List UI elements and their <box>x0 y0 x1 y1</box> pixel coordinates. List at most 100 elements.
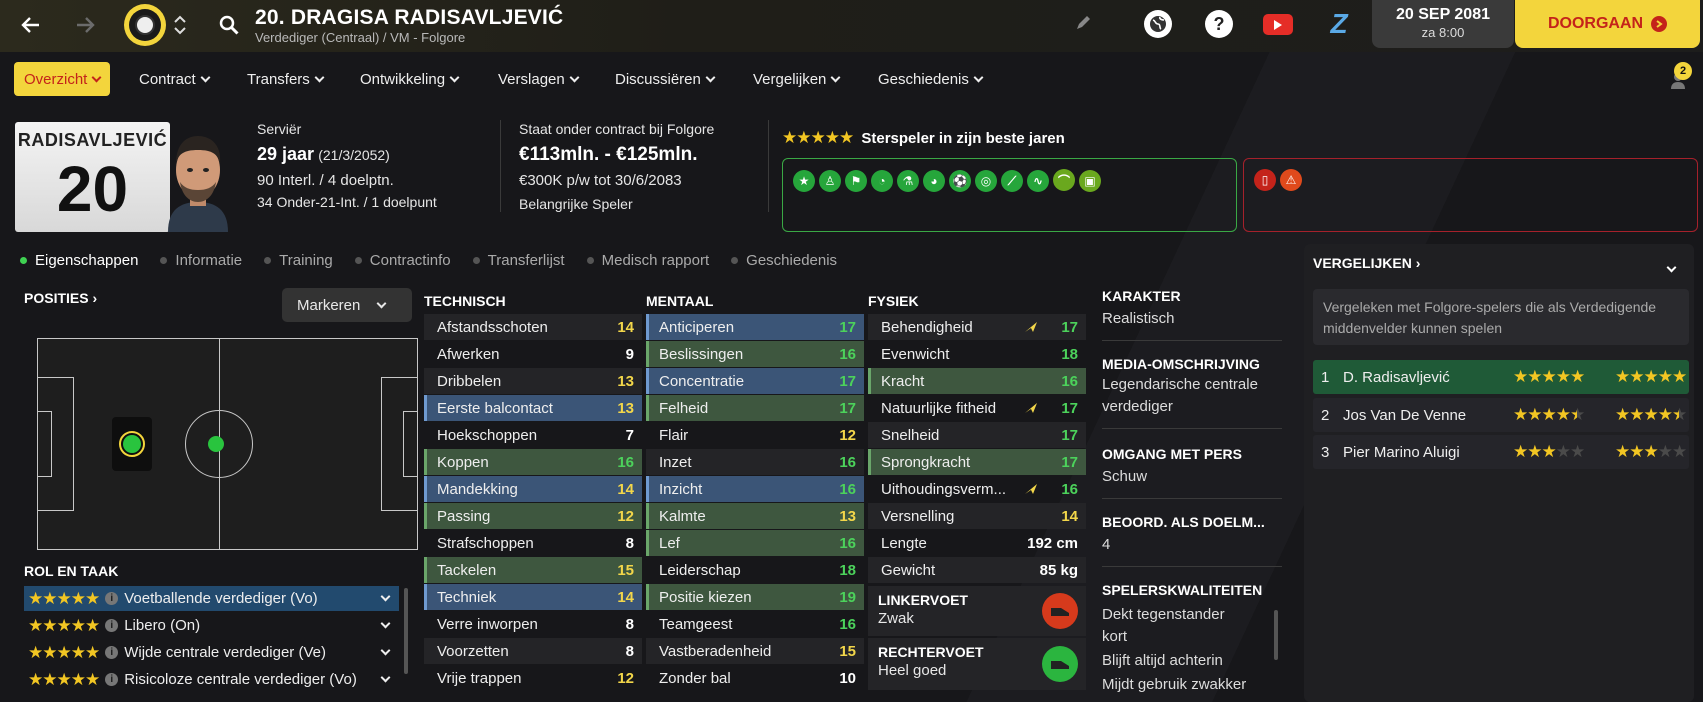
attribute-row[interactable]: Koppen 16 <box>424 449 642 475</box>
compare-row[interactable]: 1 D. Radisavljević ★★★★★ ★★★★★ <box>1313 360 1689 394</box>
globe-icon[interactable] <box>1144 10 1172 38</box>
contract-club[interactable]: Staat onder contract bij Folgore <box>519 121 714 137</box>
attribute-row[interactable]: Strafschoppen 8 <box>424 530 642 556</box>
attribute-row[interactable]: Vastberadenheid 15 <box>646 638 864 664</box>
attribute-row[interactable]: Dribbelen 13 <box>424 368 642 394</box>
attribute-row[interactable]: Inzicht 16 <box>646 476 864 502</box>
nav-vergelijken[interactable]: Vergelijken <box>753 62 841 96</box>
attribute-row[interactable]: Versnelling 14 <box>868 503 1086 529</box>
boot-trait-icon[interactable]: ⟋ <box>1001 170 1023 192</box>
attribute-row[interactable]: Behendigheid 17 <box>868 314 1086 340</box>
lab-trait-icon[interactable]: ⚗ <box>897 169 919 192</box>
tab-geschiedenis[interactable]: Geschiedenis <box>731 248 837 272</box>
attribute-row[interactable]: Verre inworpen 8 <box>424 611 642 637</box>
tab-informatie[interactable]: Informatie <box>160 248 242 272</box>
nationality: Serviër <box>257 121 302 137</box>
star-trait-icon[interactable]: ★ <box>793 169 815 192</box>
attribute-row[interactable]: Lef 16 <box>646 530 864 556</box>
card-weakness-icon[interactable]: ▯ <box>1254 169 1276 191</box>
compare-row[interactable]: 2 Jos Van De Venne ★★★★★ ★★★★★ <box>1313 398 1689 432</box>
date-box[interactable]: 20 SEP 2081 za 8:00 <box>1372 0 1514 48</box>
attribute-row[interactable]: Beslissingen 16 <box>646 341 864 367</box>
wave-trait-icon[interactable]: ∿ <box>1027 169 1049 192</box>
muscle-trait-icon[interactable]: ⌒ <box>1053 169 1075 191</box>
edit-pencil-icon[interactable] <box>1072 12 1094 34</box>
tab-eigenschappen[interactable]: Eigenschappen <box>20 248 138 272</box>
attribute-row[interactable]: Lengte 192 cm <box>868 530 1086 556</box>
leader-trait-icon[interactable]: ♙ <box>819 169 841 192</box>
back-arrow-icon[interactable] <box>16 10 46 40</box>
position-dm[interactable] <box>208 436 224 452</box>
attribute-row[interactable]: Uithoudingsverm... 16 <box>868 476 1086 502</box>
attribute-row[interactable]: Tackelen 15 <box>424 557 642 583</box>
roles-scrollbar[interactable] <box>404 588 408 674</box>
role-item[interactable]: ★★★★★ i Voetballende verdediger (Vo) <box>24 586 399 611</box>
attribute-row[interactable]: Zonder bal 10 <box>646 665 864 691</box>
attribute-row[interactable]: Concentratie 17 <box>646 368 864 394</box>
nav-ontwikkeling[interactable]: Ontwikkeling <box>360 62 460 96</box>
attribute-row[interactable]: Inzet 16 <box>646 449 864 475</box>
attribute-row[interactable]: Anticiperen 17 <box>646 314 864 340</box>
position-dc-primary[interactable] <box>112 417 152 471</box>
attribute-row[interactable]: Felheid 17 <box>646 395 864 421</box>
attribute-value: 18 <box>839 561 856 579</box>
youtube-icon[interactable] <box>1263 14 1293 35</box>
attribute-row[interactable]: Techniek 14 <box>424 584 642 610</box>
attribute-row[interactable]: Teamgeest 16 <box>646 611 864 637</box>
tab-contractinfo[interactable]: Contractinfo <box>354 248 451 272</box>
attribute-row[interactable]: Mandekking 14 <box>424 476 642 502</box>
compare-collapse-icon[interactable] <box>1666 258 1677 276</box>
attribute-row[interactable]: Sprongkracht 17 <box>868 449 1086 475</box>
wage-line[interactable]: €300K p/w tot 30/6/2083 <box>519 172 682 189</box>
nav-transfers[interactable]: Transfers <box>247 62 325 96</box>
role-item[interactable]: ★★★★★ i Libero (On) <box>24 613 399 638</box>
attribute-row[interactable]: Passing 12 <box>424 503 642 529</box>
flag-trait-icon[interactable]: ⚑ <box>845 169 867 192</box>
positions-header[interactable]: POSITIES › <box>24 290 97 306</box>
club-badge-icon[interactable] <box>124 4 166 46</box>
compare-header[interactable]: VERGELIJKEN › <box>1313 255 1420 271</box>
search-icon[interactable] <box>214 10 244 40</box>
target-trait-icon[interactable]: ◎ <box>975 169 997 192</box>
tackle-trait-icon[interactable]: ◔ <box>871 169 893 192</box>
z-logo-icon[interactable]: Z <box>1325 8 1353 39</box>
attribute-row[interactable]: Kalmte 13 <box>646 503 864 529</box>
attribute-row[interactable]: Leiderschap 18 <box>646 557 864 583</box>
attribute-row[interactable]: Flair 12 <box>646 422 864 448</box>
attribute-row[interactable]: Kracht 16 <box>868 368 1086 394</box>
continue-button[interactable]: DOORGAAN <box>1515 0 1700 48</box>
attribute-row[interactable]: Gewicht 85 kg <box>868 557 1086 583</box>
ball-trait-icon[interactable]: ⚽ <box>949 169 971 192</box>
nav-discussieren[interactable]: Discussiëren <box>615 62 716 96</box>
player-subtitle[interactable]: Verdediger (Centraal) / VM - Folgore <box>255 30 465 45</box>
role-item[interactable]: ★★★★★ i Risicoloze centrale verdediger (Vo… <box>24 667 399 692</box>
tab-training[interactable]: Training <box>264 248 333 272</box>
attribute-row[interactable]: Eerste balcontact 13 <box>424 395 642 421</box>
attribute-row[interactable]: Natuurlijke fitheid 17 <box>868 395 1086 421</box>
nav-verslagen[interactable]: Verslagen <box>498 62 580 96</box>
nav-geschiedenis[interactable]: Geschiedenis <box>878 62 984 96</box>
training-trait-icon[interactable]: ▣ <box>1079 169 1101 192</box>
attribute-row[interactable]: Positie kiezen 19 <box>646 584 864 610</box>
attribute-row[interactable]: Hoekschoppen 7 <box>424 422 642 448</box>
compare-row[interactable]: 3 Pier Marino Aluigi ★★★★★ ★★★★★ <box>1313 435 1689 469</box>
traits-scrollbar[interactable] <box>1274 610 1278 660</box>
attribute-row[interactable]: Evenwicht 18 <box>868 341 1086 367</box>
role-item[interactable]: ★★★★★ i Wijde centrale verdediger (Ve) <box>24 640 399 665</box>
head-trait-icon[interactable]: ◕ <box>923 169 945 192</box>
tab-transferlijst[interactable]: Transferlijst <box>472 248 565 272</box>
help-icon[interactable]: ? <box>1205 10 1233 38</box>
attribute-row[interactable]: Afwerken 9 <box>424 341 642 367</box>
attribute-row[interactable]: Afstandsschoten 14 <box>424 314 642 340</box>
attribute-value: 17 <box>1061 453 1078 471</box>
tab-medisch-rapport[interactable]: Medisch rapport <box>586 248 709 272</box>
attribute-row[interactable]: Voorzetten 8 <box>424 638 642 664</box>
nav-contract[interactable]: Contract <box>139 62 211 96</box>
attribute-row[interactable]: Snelheid 17 <box>868 422 1086 448</box>
attribute-row[interactable]: Vrije trappen 12 <box>424 665 642 691</box>
mark-dropdown[interactable]: Markeren <box>282 288 412 322</box>
forward-arrow-icon[interactable] <box>70 10 100 40</box>
club-switch-chevrons-icon[interactable] <box>170 8 190 42</box>
nav-overzicht[interactable]: Overzicht <box>14 62 111 96</box>
foul-weakness-icon[interactable]: ⚠ <box>1280 169 1302 191</box>
